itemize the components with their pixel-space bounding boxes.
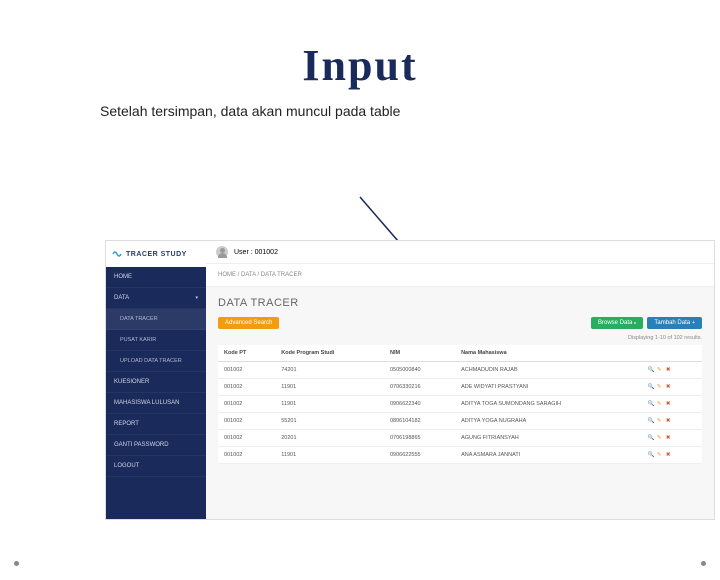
table-header: Kode Program Studi [275, 345, 384, 362]
table-cell: 11901 [275, 379, 384, 396]
logo-text: TRACER STUDY [126, 251, 187, 258]
slide-subtitle: Setelah tersimpan, data akan muncul pada… [100, 103, 720, 119]
table-row: 001002119010906622340ADITYA TOGA SUMONDA… [218, 396, 702, 413]
table-cell: ANA ASMARA JANNATI [455, 447, 642, 464]
delete-icon[interactable]: ✖ [666, 435, 672, 441]
sidebar-item-upload-data-tracer[interactable]: UPLOAD DATA TRACER [106, 351, 206, 372]
table-cell: ADITYA YOGA NUGRAHA [455, 413, 642, 430]
app-screenshot: TRACER STUDY HOMEDATA▾DATA TRACERPUSAT K… [105, 240, 715, 520]
chevron-down-icon: ▾ [195, 295, 198, 301]
topbar: User : 001002 [206, 241, 714, 264]
table-row: 001002119010706330216ADE WIDYATI PRASTYA… [218, 379, 702, 396]
view-icon[interactable]: 🔍 [648, 384, 654, 390]
sidebar-logo: TRACER STUDY [106, 241, 206, 267]
edit-icon[interactable]: ✎ [657, 435, 663, 441]
edit-icon[interactable]: ✎ [657, 418, 663, 424]
table-cell: 001002 [218, 396, 275, 413]
view-icon[interactable]: 🔍 [648, 367, 654, 373]
delete-icon[interactable]: ✖ [666, 367, 672, 373]
table-header: Kode PT [218, 345, 275, 362]
table-header: Nama Mahasiswa [455, 345, 642, 362]
row-actions: 🔍✎✖ [642, 413, 702, 430]
table-cell: ADE WIDYATI PRASTYANI [455, 379, 642, 396]
table-cell: 74201 [275, 362, 384, 379]
table-cell: AGUNG FITRIANSYAH [455, 430, 642, 447]
sidebar-item-logout[interactable]: LOGOUT [106, 456, 206, 477]
table-cell: 001002 [218, 362, 275, 379]
table-cell: 001002 [218, 447, 275, 464]
sidebar-item-kuesioner[interactable]: KUESIONER [106, 372, 206, 393]
table-cell: 0505000840 [384, 362, 455, 379]
table-cell: 0906622340 [384, 396, 455, 413]
sidebar-item-data[interactable]: DATA▾ [106, 288, 206, 309]
table-row: 001002552010806104182ADITYA YOGA NUGRAHA… [218, 413, 702, 430]
edit-icon[interactable]: ✎ [657, 384, 663, 390]
table-cell: 0906622555 [384, 447, 455, 464]
caret-icon [634, 320, 636, 326]
table-cell: 001002 [218, 379, 275, 396]
table-cell: 11901 [275, 447, 384, 464]
delete-icon[interactable]: ✖ [666, 452, 672, 458]
edit-icon[interactable]: ✎ [657, 452, 663, 458]
row-actions: 🔍✎✖ [642, 430, 702, 447]
browse-data-button[interactable]: Browse Data [591, 317, 643, 329]
table-cell: 001002 [218, 430, 275, 447]
delete-icon[interactable]: ✖ [666, 418, 672, 424]
table-row: 001002742010505000840ACHMADUDIN RAJAB🔍✎✖ [218, 362, 702, 379]
main-area: User : 001002 HOME / DATA / DATA TRACER … [206, 241, 714, 519]
table-cell: 001002 [218, 413, 275, 430]
delete-icon[interactable]: ✖ [666, 384, 672, 390]
sidebar-item-home[interactable]: HOME [106, 267, 206, 288]
logo-icon [112, 249, 122, 259]
delete-icon[interactable]: ✖ [666, 401, 672, 407]
row-actions: 🔍✎✖ [642, 379, 702, 396]
result-count: Displaying 1-10 of 102 results. [218, 335, 702, 341]
sidebar-item-data-tracer[interactable]: DATA TRACER [106, 309, 206, 330]
sidebar-item-ganti-password[interactable]: GANTI PASSWORD [106, 435, 206, 456]
table-header: NIM [384, 345, 455, 362]
page-heading: DATA TRACER [218, 297, 702, 309]
table-cell: 0706330216 [384, 379, 455, 396]
view-icon[interactable]: 🔍 [648, 418, 654, 424]
table-row: 001002202010706198865AGUNG FITRIANSYAH🔍✎… [218, 430, 702, 447]
table-row: 001002119010906622555ANA ASMARA JANNATI🔍… [218, 447, 702, 464]
sidebar-item-pusat-karir[interactable]: PUSAT KARIR [106, 330, 206, 351]
table-cell: 55201 [275, 413, 384, 430]
table-cell: ADITYA TOGA SUMONDANG SARAGIH [455, 396, 642, 413]
edit-icon[interactable]: ✎ [657, 401, 663, 407]
user-label: User : 001002 [234, 249, 278, 256]
plus-icon [692, 320, 695, 326]
table-cell: ACHMADUDIN RAJAB [455, 362, 642, 379]
view-icon[interactable]: 🔍 [648, 401, 654, 407]
edit-icon[interactable]: ✎ [657, 367, 663, 373]
sidebar-item-report[interactable]: REPORT [106, 414, 206, 435]
table-cell: 0806104182 [384, 413, 455, 430]
user-avatar-icon [216, 246, 228, 258]
table-cell: 0706198865 [384, 430, 455, 447]
tambah-data-button[interactable]: Tambah Data [647, 317, 702, 329]
table-cell: 11901 [275, 396, 384, 413]
data-table: Kode PTKode Program StudiNIMNama Mahasis… [218, 345, 702, 464]
advanced-search-button[interactable]: Advanced Search [218, 317, 279, 329]
sidebar: TRACER STUDY HOMEDATA▾DATA TRACERPUSAT K… [106, 241, 206, 519]
sidebar-item-mahasiswa-lulusan[interactable]: MAHASISWA LULUSAN [106, 393, 206, 414]
row-actions: 🔍✎✖ [642, 447, 702, 464]
slide-dot-icon [701, 561, 706, 566]
table-cell: 20201 [275, 430, 384, 447]
content-panel: DATA TRACER Advanced Search Browse Data … [206, 287, 714, 519]
slide-dot-icon [14, 561, 19, 566]
breadcrumb: HOME / DATA / DATA TRACER [206, 264, 714, 287]
view-icon[interactable]: 🔍 [648, 452, 654, 458]
view-icon[interactable]: 🔍 [648, 435, 654, 441]
slide-title: Input [0, 40, 720, 91]
table-header [642, 345, 702, 362]
row-actions: 🔍✎✖ [642, 362, 702, 379]
row-actions: 🔍✎✖ [642, 396, 702, 413]
